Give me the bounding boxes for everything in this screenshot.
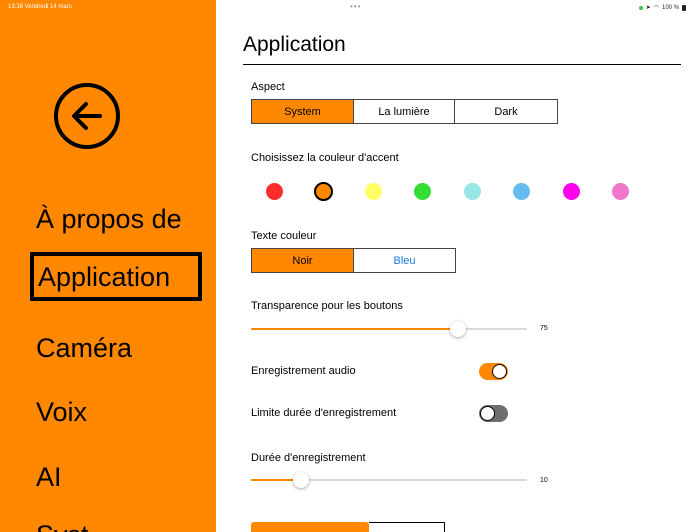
accent-color-label: Choisissez la couleur d'accent	[251, 152, 399, 164]
audio-recording-toggle[interactable]	[479, 363, 508, 380]
accent-swatch-5[interactable]	[463, 183, 481, 200]
recording-duration-label: Durée d'enregistrement	[251, 452, 366, 464]
recording-duration-slider[interactable]	[251, 472, 527, 488]
text-color-option-black[interactable]: Noir	[252, 249, 354, 272]
accent-swatch-4[interactable]	[414, 183, 431, 200]
settings-screen: 13:38 Vendredi 14 mars ••• ➤ ◠ 100 % À p…	[0, 0, 690, 532]
bottom-secondary-button[interactable]	[369, 522, 445, 532]
accent-swatch-3[interactable]	[364, 183, 382, 200]
sidebar-item-application[interactable]: Application	[30, 252, 203, 301]
transparency-label: Transparence pour les boutons	[251, 300, 403, 312]
slider-thumb[interactable]	[450, 321, 466, 337]
arrow-left-icon	[72, 102, 102, 130]
status-time-date: 13:38 Vendredi 14 mars	[8, 4, 72, 10]
accent-swatch-7[interactable]	[562, 183, 580, 200]
sidebar-item-voice[interactable]: Voix	[36, 399, 87, 426]
aspect-option-system[interactable]: System	[252, 100, 354, 123]
text-color-label: Texte couleur	[251, 230, 317, 242]
accent-swatch-8[interactable]	[612, 183, 629, 200]
aspect-label: Aspect	[251, 81, 285, 93]
title-divider	[243, 64, 681, 65]
aspect-option-light[interactable]: La lumière	[354, 100, 455, 123]
sidebar-item-system[interactable]: Syst	[36, 522, 89, 532]
sidebar-item-about[interactable]: À propos de	[36, 206, 182, 233]
toggle-knob	[492, 364, 507, 379]
page-title: Application	[243, 33, 346, 56]
duration-limit-label: Limite durée d'enregistrement	[251, 407, 397, 419]
sidebar: À propos de Application Caméra Voix AI S…	[0, 0, 216, 532]
aspect-segmented-control: System La lumière Dark	[251, 99, 558, 124]
back-button[interactable]	[54, 83, 120, 149]
bottom-action-button[interactable]	[251, 522, 369, 532]
text-color-segmented-control: Noir Bleu	[251, 248, 456, 273]
transparency-slider[interactable]	[251, 321, 527, 337]
sidebar-item-camera[interactable]: Caméra	[36, 335, 132, 362]
text-color-option-blue[interactable]: Bleu	[354, 249, 455, 272]
slider-fill	[251, 328, 458, 330]
accent-swatch-1[interactable]	[265, 183, 283, 200]
accent-swatch-2[interactable]	[314, 182, 333, 201]
duration-limit-toggle[interactable]	[479, 405, 508, 422]
toggle-knob	[480, 406, 495, 421]
recording-duration-value: 10	[540, 477, 548, 484]
slider-thumb[interactable]	[292, 472, 309, 488]
audio-recording-label: Enregistrement audio	[251, 365, 356, 377]
settings-panel: Application Aspect System La lumière Dar…	[243, 0, 690, 532]
sidebar-item-ai[interactable]: AI	[36, 464, 62, 491]
transparency-value: 75	[540, 325, 548, 332]
aspect-option-dark[interactable]: Dark	[455, 100, 557, 123]
accent-swatch-6[interactable]	[513, 183, 530, 200]
